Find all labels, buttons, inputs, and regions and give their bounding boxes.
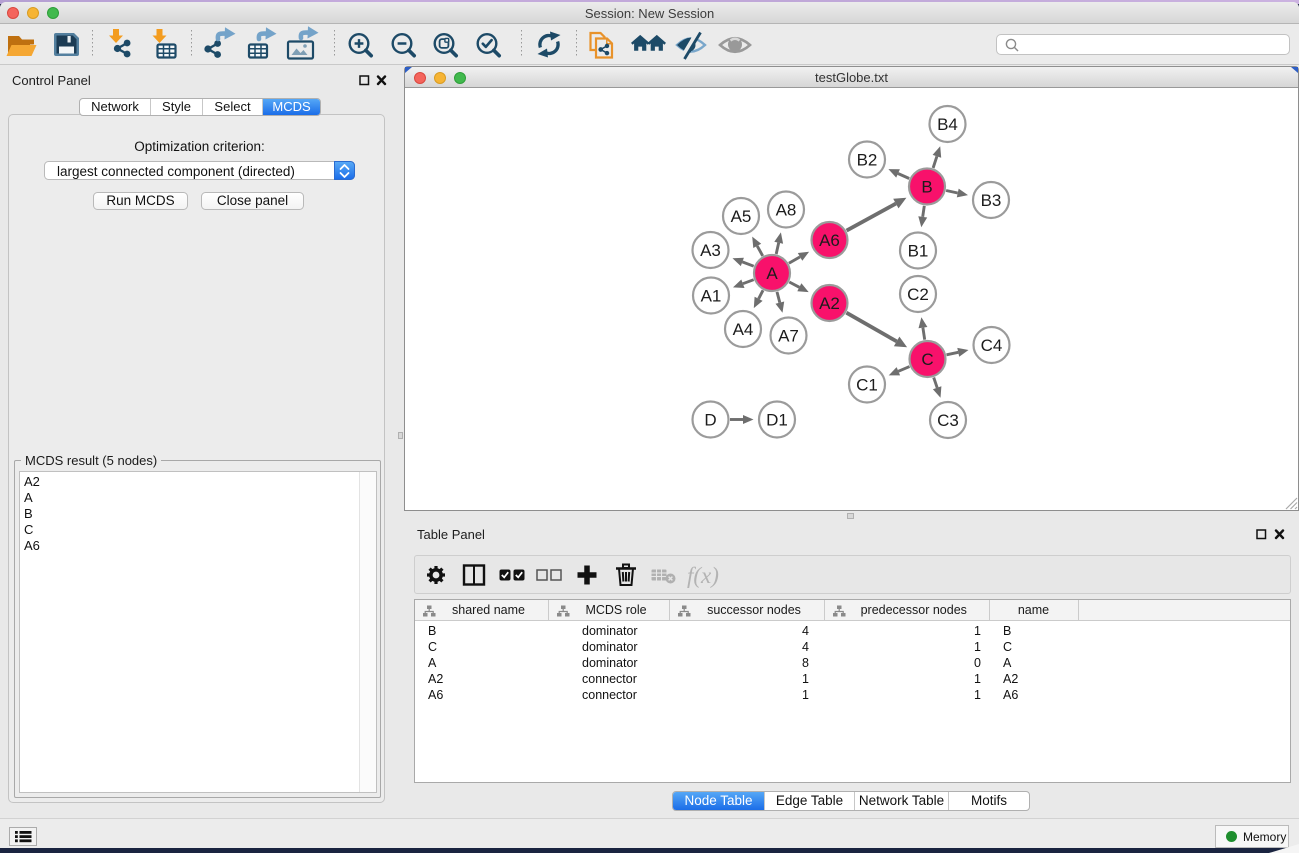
svg-text:A4: A4: [733, 320, 754, 339]
svg-text:C2: C2: [907, 285, 929, 304]
svg-text:D1: D1: [766, 411, 788, 430]
svg-text:B4: B4: [937, 115, 958, 134]
svg-text:A3: A3: [700, 241, 721, 260]
svg-text:B: B: [921, 178, 932, 197]
svg-text:A2: A2: [819, 294, 840, 313]
svg-text:C: C: [921, 350, 933, 369]
svg-text:B3: B3: [981, 191, 1002, 210]
svg-text:B1: B1: [908, 242, 929, 261]
svg-text:A8: A8: [776, 201, 797, 220]
svg-text:C1: C1: [856, 376, 878, 395]
svg-text:A6: A6: [819, 231, 840, 250]
svg-text:A5: A5: [731, 207, 752, 226]
svg-text:C4: C4: [981, 336, 1003, 355]
svg-text:A1: A1: [701, 287, 722, 306]
svg-text:A7: A7: [778, 327, 799, 346]
svg-text:A: A: [766, 264, 778, 283]
svg-text:f(x): f(x): [687, 563, 719, 588]
svg-text:B2: B2: [857, 151, 878, 170]
svg-text:D: D: [704, 411, 716, 430]
svg-text:C3: C3: [937, 411, 959, 430]
